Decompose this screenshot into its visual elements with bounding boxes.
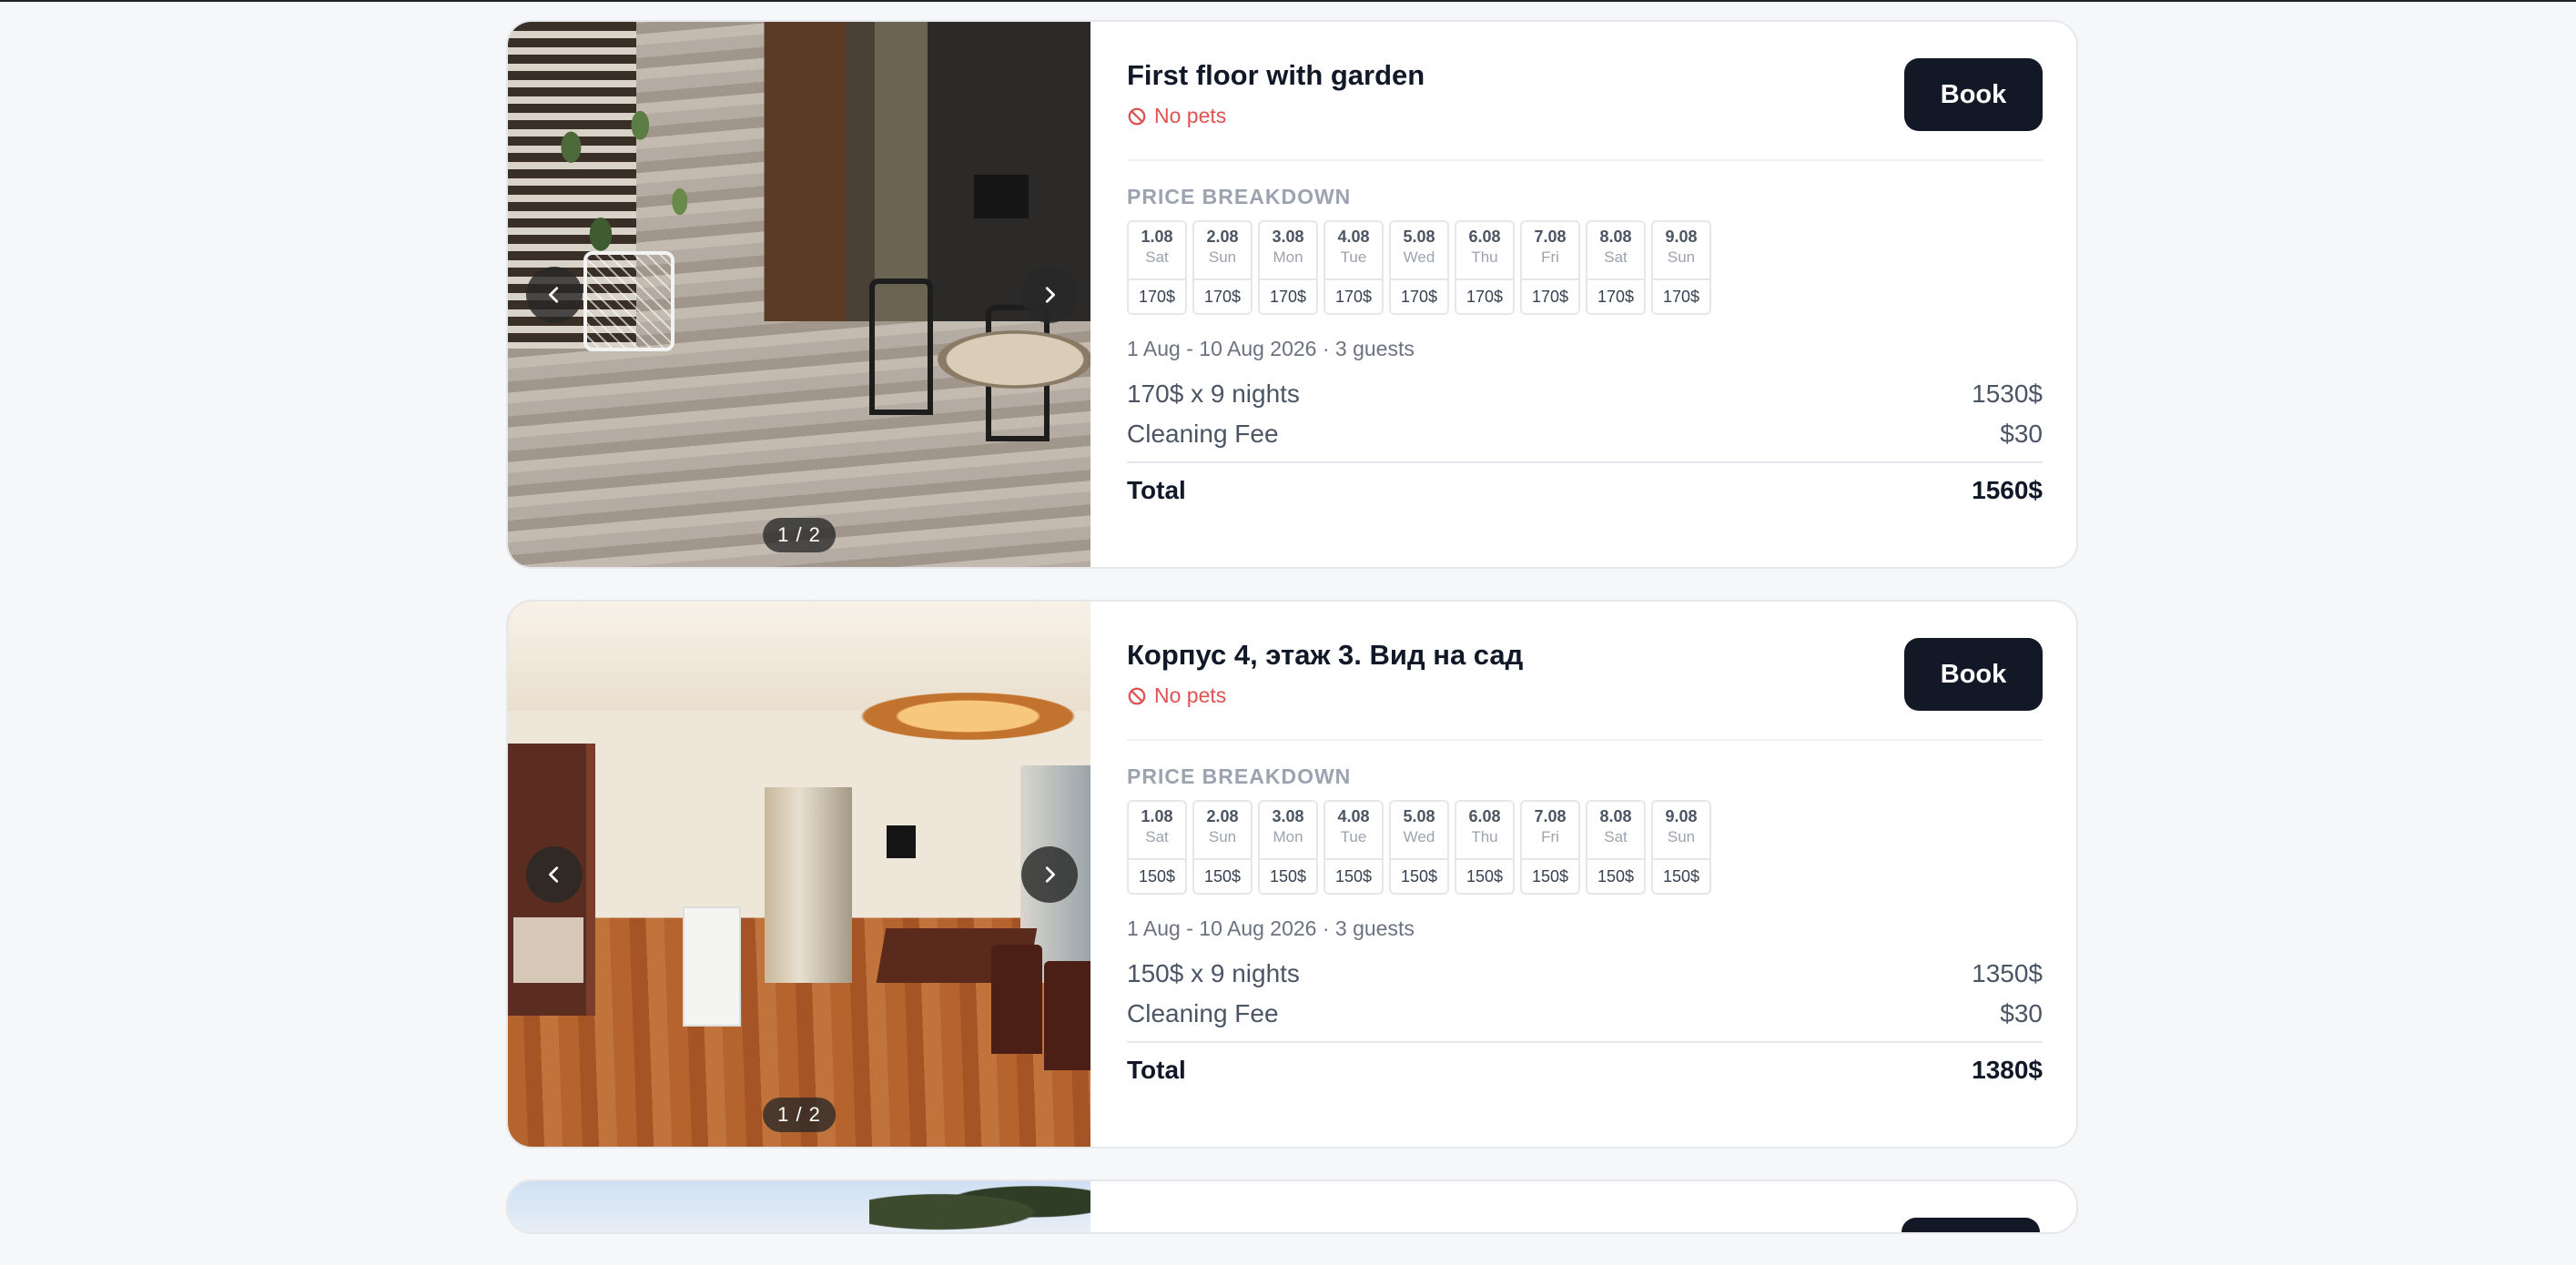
day-price-cell: 1.08 Sat 150$ bbox=[1127, 800, 1187, 895]
cleaning-fee-row: Cleaning Fee $30 bbox=[1127, 420, 2043, 449]
day-price-cell: 4.08 Tue 170$ bbox=[1323, 220, 1384, 315]
cleaning-fee-amount: $30 bbox=[2000, 420, 2043, 448]
day-price-list: 1.08 Sat 170$ 2.08 Sun 170$ 3.08 Mon 170$ 4.08… bbox=[1127, 220, 2043, 315]
total-label: Total bbox=[1127, 1056, 1186, 1084]
next-photo-button[interactable] bbox=[1021, 845, 1078, 903]
listing-card: 1 / 2 Корпус 4, этаж 3. Вид на сад No pe… bbox=[506, 600, 2078, 1149]
listing-photo bbox=[508, 602, 1090, 1147]
listing-list: 1 / 2 First floor with garden No pets Bo… bbox=[506, 20, 2078, 1265]
chevron-right-icon bbox=[1045, 865, 1055, 883]
listing-details: Корпус 4, этаж 3. Вид на сад No pets Boo… bbox=[1090, 602, 2076, 1147]
cleaning-fee-label: Cleaning Fee bbox=[1127, 420, 1279, 448]
top-border bbox=[0, 0, 2576, 2]
cleaning-fee-row: Cleaning Fee $30 bbox=[1127, 999, 2043, 1028]
total-amount: 1380$ bbox=[1972, 1056, 2043, 1084]
photo-gallery[interactable]: 1 / 2 bbox=[508, 602, 1090, 1147]
previous-photo-button[interactable] bbox=[526, 266, 583, 323]
pets-label: No pets bbox=[1154, 683, 1227, 707]
photo-counter: 1 / 2 bbox=[763, 1098, 836, 1132]
day-price-cell: 5.08 Wed 150$ bbox=[1389, 800, 1449, 895]
divider bbox=[1127, 159, 2043, 161]
day-price-cell: 7.08 Fri 150$ bbox=[1520, 800, 1580, 895]
divider bbox=[1127, 739, 2043, 741]
chevron-left-icon bbox=[549, 865, 559, 883]
listing-details: First floor with garden No pets Book PRI… bbox=[1090, 22, 2076, 567]
day-price-cell: 2.08 Sun 150$ bbox=[1192, 800, 1253, 895]
no-pets-icon bbox=[1128, 687, 1146, 704]
total-amount: 1560$ bbox=[1972, 476, 2043, 504]
dates-guests: 1 Aug - 10 Aug 2026 · 3 guests bbox=[1127, 337, 1415, 360]
day-price-cell: 6.08 Thu 170$ bbox=[1455, 220, 1515, 315]
cleaning-fee-amount: $30 bbox=[2000, 999, 2043, 1027]
day-price-cell: 3.08 Mon 150$ bbox=[1258, 800, 1318, 895]
day-price-cell: 8.08 Sat 150$ bbox=[1586, 800, 1646, 895]
day-price-cell: 1.08 Sat 170$ bbox=[1127, 220, 1187, 315]
previous-photo-button[interactable] bbox=[526, 845, 583, 903]
listing-photo bbox=[508, 22, 1090, 567]
nights-label: 150$ x 9 nights bbox=[1127, 959, 1300, 987]
nights-row: 170$ x 9 nights 1530$ bbox=[1127, 380, 2043, 409]
day-price-cell: 9.08 Sun 150$ bbox=[1651, 800, 1711, 895]
day-price-cell: 5.08 Wed 170$ bbox=[1389, 220, 1449, 315]
price-breakdown-label: PRICE BREAKDOWN bbox=[1127, 185, 1352, 208]
day-price-cell: 2.08 Sun 170$ bbox=[1192, 220, 1253, 315]
chevron-left-icon bbox=[549, 286, 559, 303]
nights-label: 170$ x 9 nights bbox=[1127, 380, 1300, 408]
total-row: Total 1560$ bbox=[1127, 461, 2043, 505]
nights-row: 150$ x 9 nights 1350$ bbox=[1127, 959, 2043, 988]
day-price-cell: 6.08 Thu 150$ bbox=[1455, 800, 1515, 895]
day-price-list: 1.08 Sat 150$ 2.08 Sun 150$ 3.08 Mon 150$ 4.08… bbox=[1127, 800, 2043, 895]
book-button[interactable] bbox=[1902, 1218, 2040, 1232]
total-label: Total bbox=[1127, 476, 1186, 504]
photo-counter: 1 / 2 bbox=[763, 518, 836, 552]
nights-amount: 1530$ bbox=[1972, 380, 2043, 408]
chevron-right-icon bbox=[1045, 286, 1055, 303]
cleaning-fee-label: Cleaning Fee bbox=[1127, 999, 1279, 1027]
total-row: Total 1380$ bbox=[1127, 1041, 2043, 1085]
day-price-cell: 4.08 Tue 150$ bbox=[1323, 800, 1384, 895]
dates-guests: 1 Aug - 10 Aug 2026 · 3 guests bbox=[1127, 916, 1415, 940]
photo-gallery[interactable]: 1 / 2 bbox=[508, 22, 1090, 567]
book-button[interactable]: Book bbox=[1904, 58, 2043, 131]
day-price-cell: 9.08 Sun 170$ bbox=[1651, 220, 1711, 315]
book-button[interactable]: Book bbox=[1904, 638, 2043, 711]
day-price-cell: 3.08 Mon 170$ bbox=[1258, 220, 1318, 315]
day-price-cell: 8.08 Sat 170$ bbox=[1586, 220, 1646, 315]
next-photo-button[interactable] bbox=[1021, 266, 1078, 323]
nights-amount: 1350$ bbox=[1972, 959, 2043, 987]
pets-label: No pets bbox=[1154, 104, 1227, 127]
listing-card bbox=[506, 1179, 2078, 1234]
day-price-cell: 7.08 Fri 170$ bbox=[1520, 220, 1580, 315]
price-breakdown-label: PRICE BREAKDOWN bbox=[1127, 764, 1352, 788]
listing-card: 1 / 2 First floor with garden No pets Bo… bbox=[506, 20, 2078, 569]
no-pets-icon bbox=[1128, 107, 1146, 125]
